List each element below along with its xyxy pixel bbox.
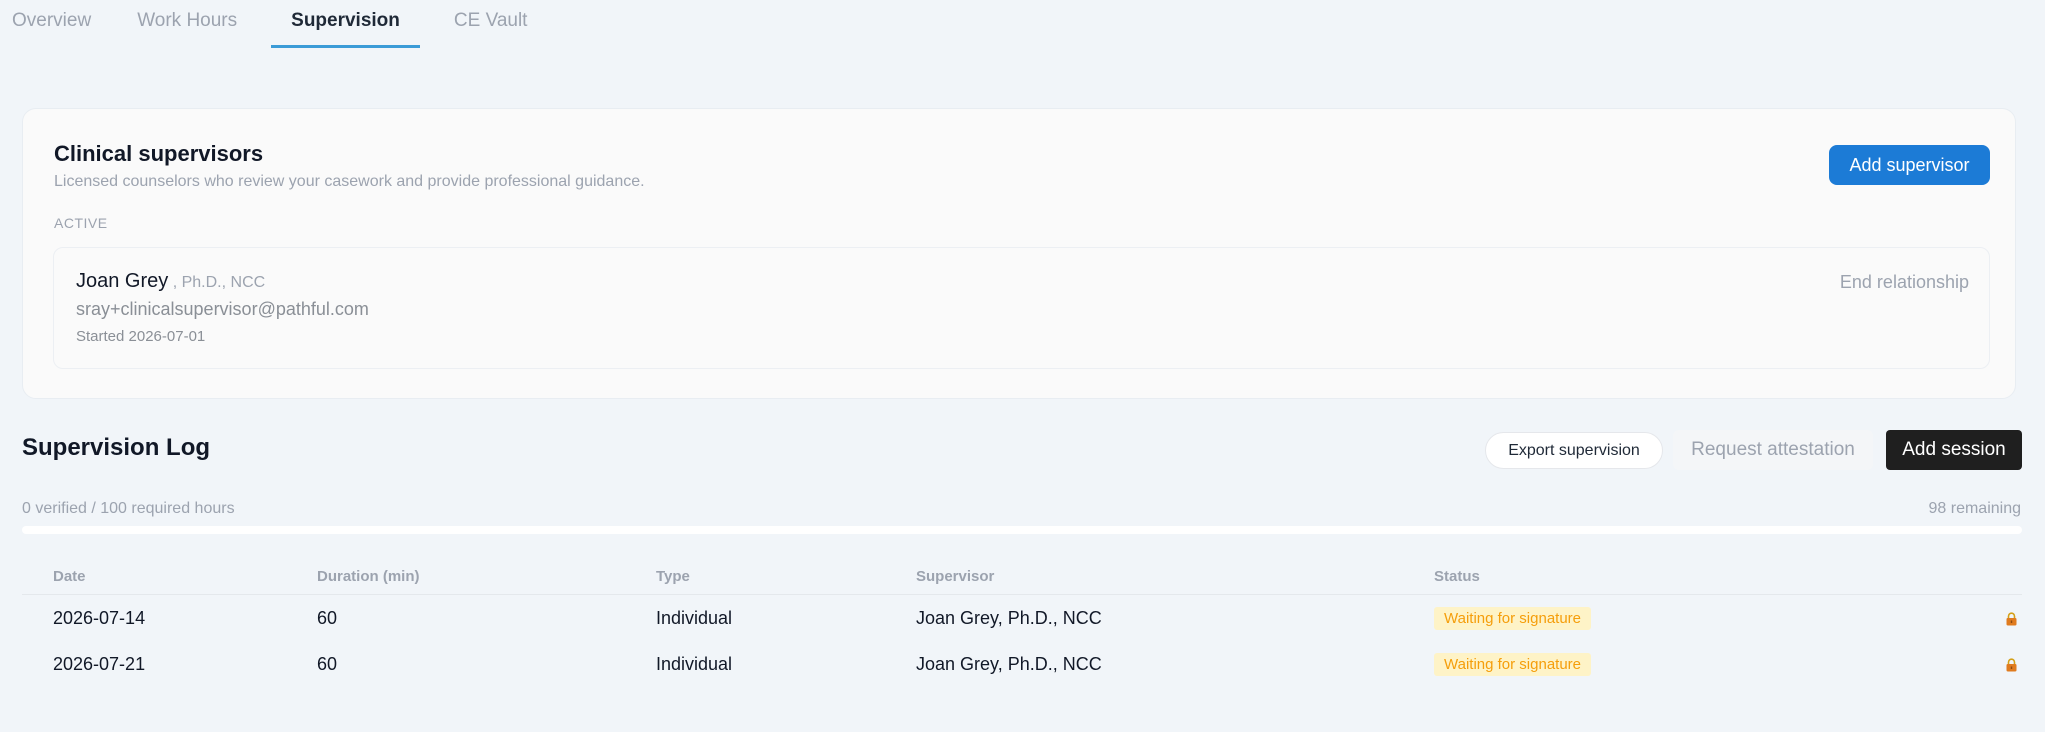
cell-date: 2026-07-14: [53, 607, 146, 628]
cell-supervisor: Joan Grey, Ph.D., NCC: [916, 653, 1102, 674]
supervisor-email: sray+clinicalsupervisor@pathful.com: [76, 299, 369, 319]
column-header-date[interactable]: Date: [22, 558, 317, 595]
cell-status: Waiting for signature: [1434, 641, 1934, 687]
column-header-actions: [1934, 558, 2022, 595]
status-badge: Waiting for signature: [1434, 652, 1592, 676]
cell-status: Waiting for signature: [1434, 595, 1934, 642]
cell-duration: 60: [317, 607, 338, 628]
supervisor-entry: Joan Grey , Ph.D., NCC sray+clinicalsupe…: [53, 247, 1990, 369]
add-supervisor-button[interactable]: Add supervisor: [1829, 145, 1990, 185]
table-header-row: Date Duration (min) Type Supervisor Stat…: [22, 558, 2022, 595]
tab-work-hours[interactable]: Work Hours: [125, 0, 249, 37]
table-row[interactable]: 2026-07-21 60 Individual Joan Grey, Ph.D…: [22, 641, 2022, 687]
request-attestation-button[interactable]: Request attestation: [1673, 430, 1873, 470]
column-header-duration[interactable]: Duration (min): [317, 558, 656, 595]
hours-progress-text: 0 verified / 100 required hours: [22, 500, 235, 517]
cell-type: Individual: [656, 607, 733, 628]
lock-icon: [2006, 658, 2017, 672]
supervisor-name: Joan Grey: [76, 270, 169, 292]
cell-type: Individual: [656, 653, 733, 674]
lock-icon: [2006, 612, 2017, 626]
cell-duration: 60: [317, 653, 338, 674]
export-supervision-button[interactable]: Export supervision: [1485, 432, 1663, 469]
table-row[interactable]: 2026-07-14 60 Individual Joan Grey, Ph.D…: [22, 595, 2022, 642]
supervisor-name-line: Joan Grey , Ph.D., NCC: [76, 270, 265, 293]
supervisors-title: Clinical supervisors: [54, 141, 264, 166]
status-badge: Waiting for signature: [1434, 606, 1592, 630]
supervisors-description: Licensed counselors who review your case…: [54, 173, 645, 190]
supervisor-start-date: Started 2026-07-01: [76, 328, 206, 345]
supervisor-credentials: , Ph.D., NCC: [172, 274, 266, 291]
cell-lock: [1934, 595, 2022, 642]
end-relationship-button[interactable]: End relationship: [1840, 272, 1969, 293]
column-header-supervisor[interactable]: Supervisor: [916, 558, 1434, 595]
cell-supervisor: Joan Grey, Ph.D., NCC: [916, 607, 1102, 628]
active-section-label: ACTIVE: [54, 215, 108, 231]
cell-date: 2026-07-21: [53, 653, 146, 674]
cell-lock: [1934, 641, 2022, 687]
tab-ce-vault[interactable]: CE Vault: [442, 0, 540, 37]
supervision-log-table: Date Duration (min) Type Supervisor Stat…: [22, 558, 2022, 687]
tab-supervision[interactable]: Supervision: [271, 0, 420, 48]
supervision-log-title: Supervision Log: [22, 434, 211, 461]
supervisors-card: Clinical supervisors Licensed counselors…: [22, 108, 2016, 399]
tab-bar: Overview Work Hours Supervision CE Vault: [0, 0, 561, 48]
column-header-status[interactable]: Status: [1434, 558, 1934, 595]
hours-progress-bar: [22, 526, 2022, 534]
column-header-type[interactable]: Type: [656, 558, 916, 595]
hours-remaining-text: 98 remaining: [1928, 500, 2022, 517]
add-session-button[interactable]: Add session: [1886, 430, 2022, 470]
tab-overview[interactable]: Overview: [0, 0, 103, 37]
